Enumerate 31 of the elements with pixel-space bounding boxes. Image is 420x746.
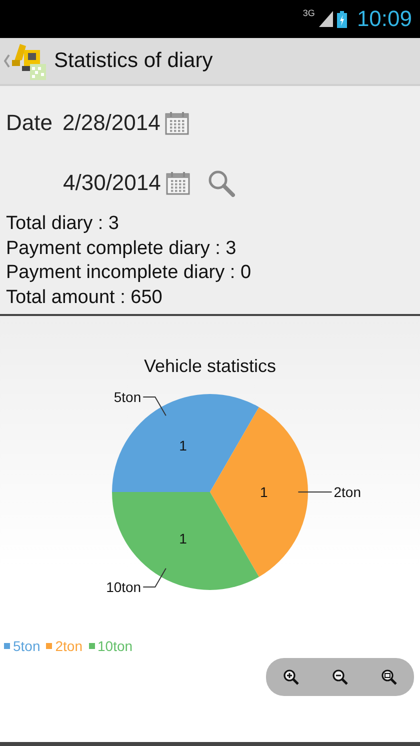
battery-charging-icon (336, 10, 347, 28)
summary-text: Total amount : 650 (6, 286, 164, 310)
slice-value: 1 (179, 530, 187, 547)
summary-text: Total diary : 3 (6, 212, 120, 236)
clock: 10:09 (356, 6, 412, 32)
slice-value: 1 (260, 484, 268, 500)
end-date[interactable]: 4/30/2014 (63, 170, 161, 196)
legend-label: 2ton (55, 638, 82, 654)
slice-label: 5ton (114, 388, 142, 405)
chart-title: Vehicle statistics (144, 356, 276, 376)
zoom-out-icon[interactable] (332, 669, 348, 685)
summary-text: Payment incomplete diary : 0 (6, 261, 252, 285)
legend-label: 5ton (13, 638, 40, 654)
screen-title: Statistics of diary (54, 49, 213, 73)
back-caret-icon (4, 54, 10, 68)
zoom-reset-icon[interactable] (381, 669, 398, 685)
legend-label: 10ton (98, 638, 133, 654)
start-date[interactable]: 2/28/2014 (62, 110, 160, 136)
network-type: 3G (302, 8, 315, 18)
summary-text: Payment complete diary : 3 (6, 236, 238, 260)
leader-line (142, 396, 166, 416)
leader-line (142, 568, 166, 588)
slice-label: 10ton (106, 579, 142, 596)
date-label: Date (6, 110, 52, 136)
slice-label: 2ton (334, 484, 361, 500)
slice-value: 1 (179, 437, 187, 454)
calendar-icon[interactable] (164, 170, 191, 196)
zoom-in-icon[interactable] (282, 669, 299, 685)
signal-icon (318, 11, 333, 27)
search-icon[interactable] (206, 169, 235, 197)
calendar-icon[interactable] (164, 110, 190, 136)
